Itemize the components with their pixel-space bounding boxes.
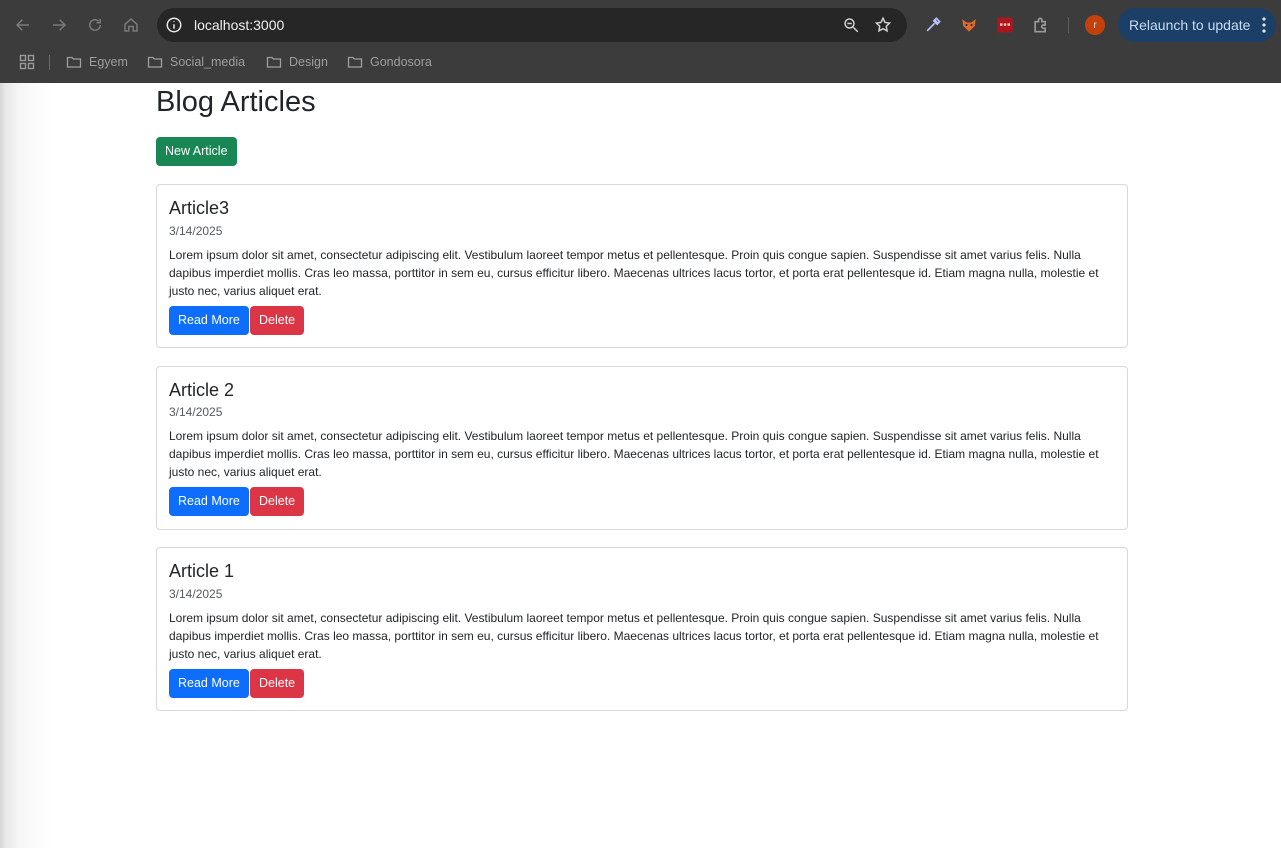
article-title: Article 1 xyxy=(169,561,235,581)
read-more-button[interactable]: Read More xyxy=(169,306,249,335)
new-article-button[interactable]: New Article xyxy=(156,137,237,166)
relaunch-label: Relaunch to update xyxy=(1129,17,1251,33)
bookmarks-bar: Egyem Social_media Design Gondosora xyxy=(0,50,1281,83)
fox-extension-icon[interactable] xyxy=(959,15,979,35)
bookmark-folder-egyem[interactable]: Egyem xyxy=(66,52,128,72)
bookmark-label: Gondosora xyxy=(370,55,432,69)
bookmark-folder-gondosora[interactable]: Gondosora xyxy=(347,52,432,72)
forward-arrow-icon xyxy=(53,19,67,31)
bookmark-folder-social-media[interactable]: Social_media xyxy=(147,52,245,72)
home-icon xyxy=(124,18,138,32)
folder-icon xyxy=(347,56,363,68)
read-more-button[interactable]: Read More xyxy=(169,487,249,516)
bookmarks-divider xyxy=(49,55,50,70)
bookmark-label: Design xyxy=(289,55,328,69)
article-date: 3/14/2025 xyxy=(169,587,223,601)
bookmark-label: Egyem xyxy=(89,55,128,69)
color-picker-icon[interactable] xyxy=(923,15,943,35)
article-title: Article 2 xyxy=(169,380,235,400)
relaunch-button[interactable]: Relaunch to update xyxy=(1118,8,1276,42)
delete-button[interactable]: Delete xyxy=(250,669,305,698)
address-bar[interactable]: localhost:3000 xyxy=(157,8,907,42)
reload-button[interactable] xyxy=(82,12,108,38)
extensions-puzzle-icon[interactable] xyxy=(1031,15,1051,35)
article-card: Article 1 3/14/2025 Lorem ipsum dolor si… xyxy=(156,547,1128,711)
toolbar-divider xyxy=(1068,17,1069,33)
folder-icon xyxy=(66,56,82,68)
page-title: Blog Articles xyxy=(156,86,316,118)
folder-icon xyxy=(266,56,282,68)
bookmark-star-icon[interactable] xyxy=(874,16,892,34)
bookmark-label: Social_media xyxy=(170,55,246,69)
back-arrow-icon xyxy=(15,19,29,31)
reload-icon xyxy=(89,19,101,31)
article-date: 3/14/2025 xyxy=(169,405,223,419)
article-date: 3/14/2025 xyxy=(169,224,223,238)
delete-button[interactable]: Delete xyxy=(250,487,305,516)
apps-grid-icon[interactable] xyxy=(19,54,35,70)
bookmark-folder-design[interactable]: Design xyxy=(266,52,328,72)
browser-toolbar: localhost:3000 r Relaunch to update xyxy=(0,0,1281,50)
zoom-icon[interactable] xyxy=(842,16,860,34)
delete-button[interactable]: Delete xyxy=(250,306,305,335)
home-button[interactable] xyxy=(118,12,144,38)
url-text[interactable]: localhost:3000 xyxy=(194,16,284,34)
article-card: Article3 3/14/2025 Lorem ipsum dolor sit… xyxy=(156,184,1128,348)
article-excerpt: Lorem ipsum dolor sit amet, consectetur … xyxy=(169,248,1099,298)
page-content: Blog Articles New Article Article3 3/14/… xyxy=(0,83,1281,848)
red-extension-icon[interactable] xyxy=(995,15,1015,35)
article-excerpt: Lorem ipsum dolor sit amet, consectetur … xyxy=(169,611,1099,661)
site-info-icon[interactable] xyxy=(165,16,183,34)
back-button[interactable] xyxy=(10,12,36,38)
window-edge-shadow xyxy=(0,83,52,848)
profile-avatar[interactable]: r xyxy=(1085,15,1105,35)
article-card: Article 2 3/14/2025 Lorem ipsum dolor si… xyxy=(156,366,1128,530)
folder-icon xyxy=(147,56,163,68)
read-more-button[interactable]: Read More xyxy=(169,669,249,698)
forward-button[interactable] xyxy=(46,12,72,38)
article-title: Article3 xyxy=(169,198,230,218)
article-excerpt: Lorem ipsum dolor sit amet, consectetur … xyxy=(169,429,1099,479)
menu-kebab-icon xyxy=(1262,17,1266,33)
